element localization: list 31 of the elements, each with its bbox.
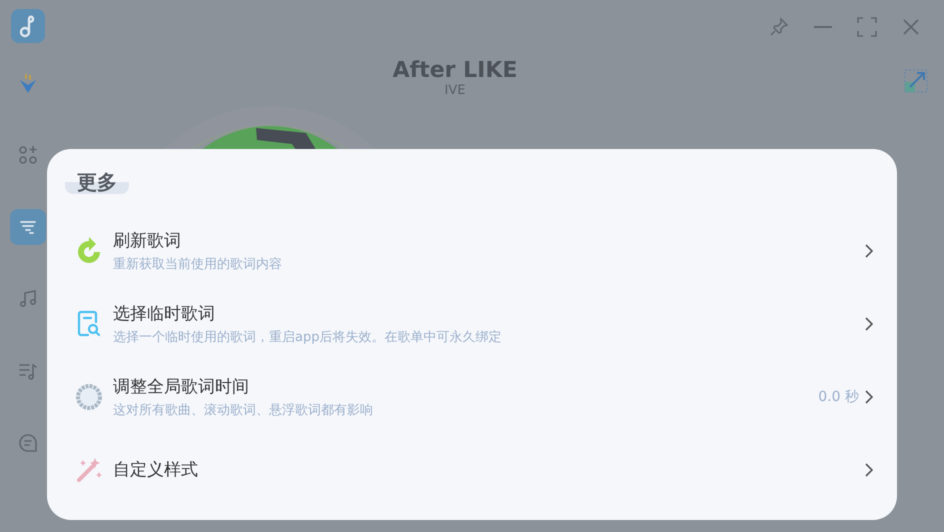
chevron-right-icon bbox=[865, 244, 873, 258]
item-title: 调整全局歌词时间 bbox=[113, 376, 250, 398]
item-description: 重新获取当前使用的歌词内容 bbox=[113, 256, 283, 272]
chevron-right-icon bbox=[865, 316, 873, 330]
menu-item[interactable]: 刷新歌词 重新获取当前使用的歌词内容 bbox=[65, 214, 873, 287]
chevron-right-icon bbox=[865, 390, 873, 404]
item-title: 自定义样式 bbox=[113, 459, 199, 481]
menu-item[interactable]: 选择临时歌词 选择一个临时使用的歌词，重启app后将失效。在歌单中可永久绑定 bbox=[65, 287, 873, 360]
document-search-icon bbox=[76, 310, 102, 338]
song-title: After LIKE bbox=[392, 58, 518, 83]
chat-icon bbox=[18, 433, 38, 453]
menu-item[interactable]: 调整全局歌词时间 这对所有歌曲、滚动歌词、悬浮歌词都有影响 0.0 秒 bbox=[65, 360, 873, 433]
apps-icon bbox=[18, 145, 38, 165]
dialog-title: 更多 bbox=[65, 170, 129, 194]
item-description: 这对所有歌曲、滚动歌词、悬浮歌词都有影响 bbox=[113, 402, 374, 418]
sidebar-item[interactable] bbox=[10, 209, 46, 245]
item-title: 刷新歌词 bbox=[113, 230, 182, 252]
refresh-icon bbox=[75, 236, 103, 266]
download-icon bbox=[18, 72, 38, 94]
chevron-right-icon bbox=[865, 462, 873, 476]
app-logo-icon bbox=[11, 9, 45, 43]
ring-icon bbox=[75, 382, 103, 410]
magic-wand-icon bbox=[75, 456, 103, 484]
item-title: 选择临时歌词 bbox=[113, 302, 216, 324]
menu-item[interactable]: 自定义样式 bbox=[65, 433, 873, 506]
item-description: 选择一个临时使用的歌词，重启app后将失效。在歌单中可永久绑定 bbox=[113, 328, 502, 346]
maximize-icon[interactable] bbox=[854, 14, 880, 40]
playlist-icon bbox=[18, 361, 38, 381]
offset-value: 0.0 秒 bbox=[818, 388, 859, 406]
music-note-icon bbox=[18, 289, 38, 309]
expand-icon[interactable] bbox=[904, 69, 928, 93]
